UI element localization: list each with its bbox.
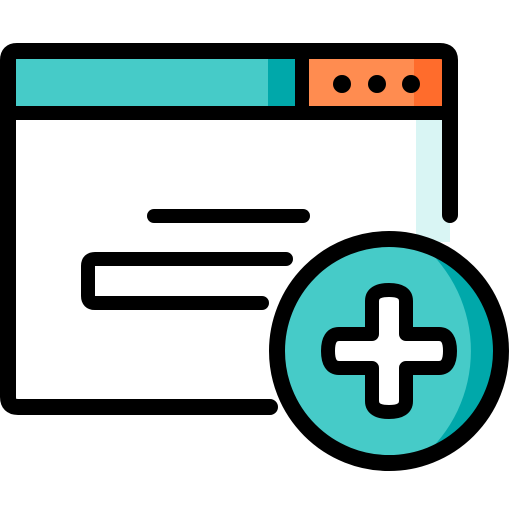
window-title-bar <box>8 51 304 113</box>
add-window-icon-canvas <box>0 0 512 512</box>
menu-dots-icon <box>333 75 420 93</box>
add-badge <box>269 231 509 471</box>
add-browser-window-icon <box>0 43 509 471</box>
menu-dot <box>368 75 386 93</box>
menu-dot <box>333 75 351 93</box>
menu-dot <box>402 75 420 93</box>
